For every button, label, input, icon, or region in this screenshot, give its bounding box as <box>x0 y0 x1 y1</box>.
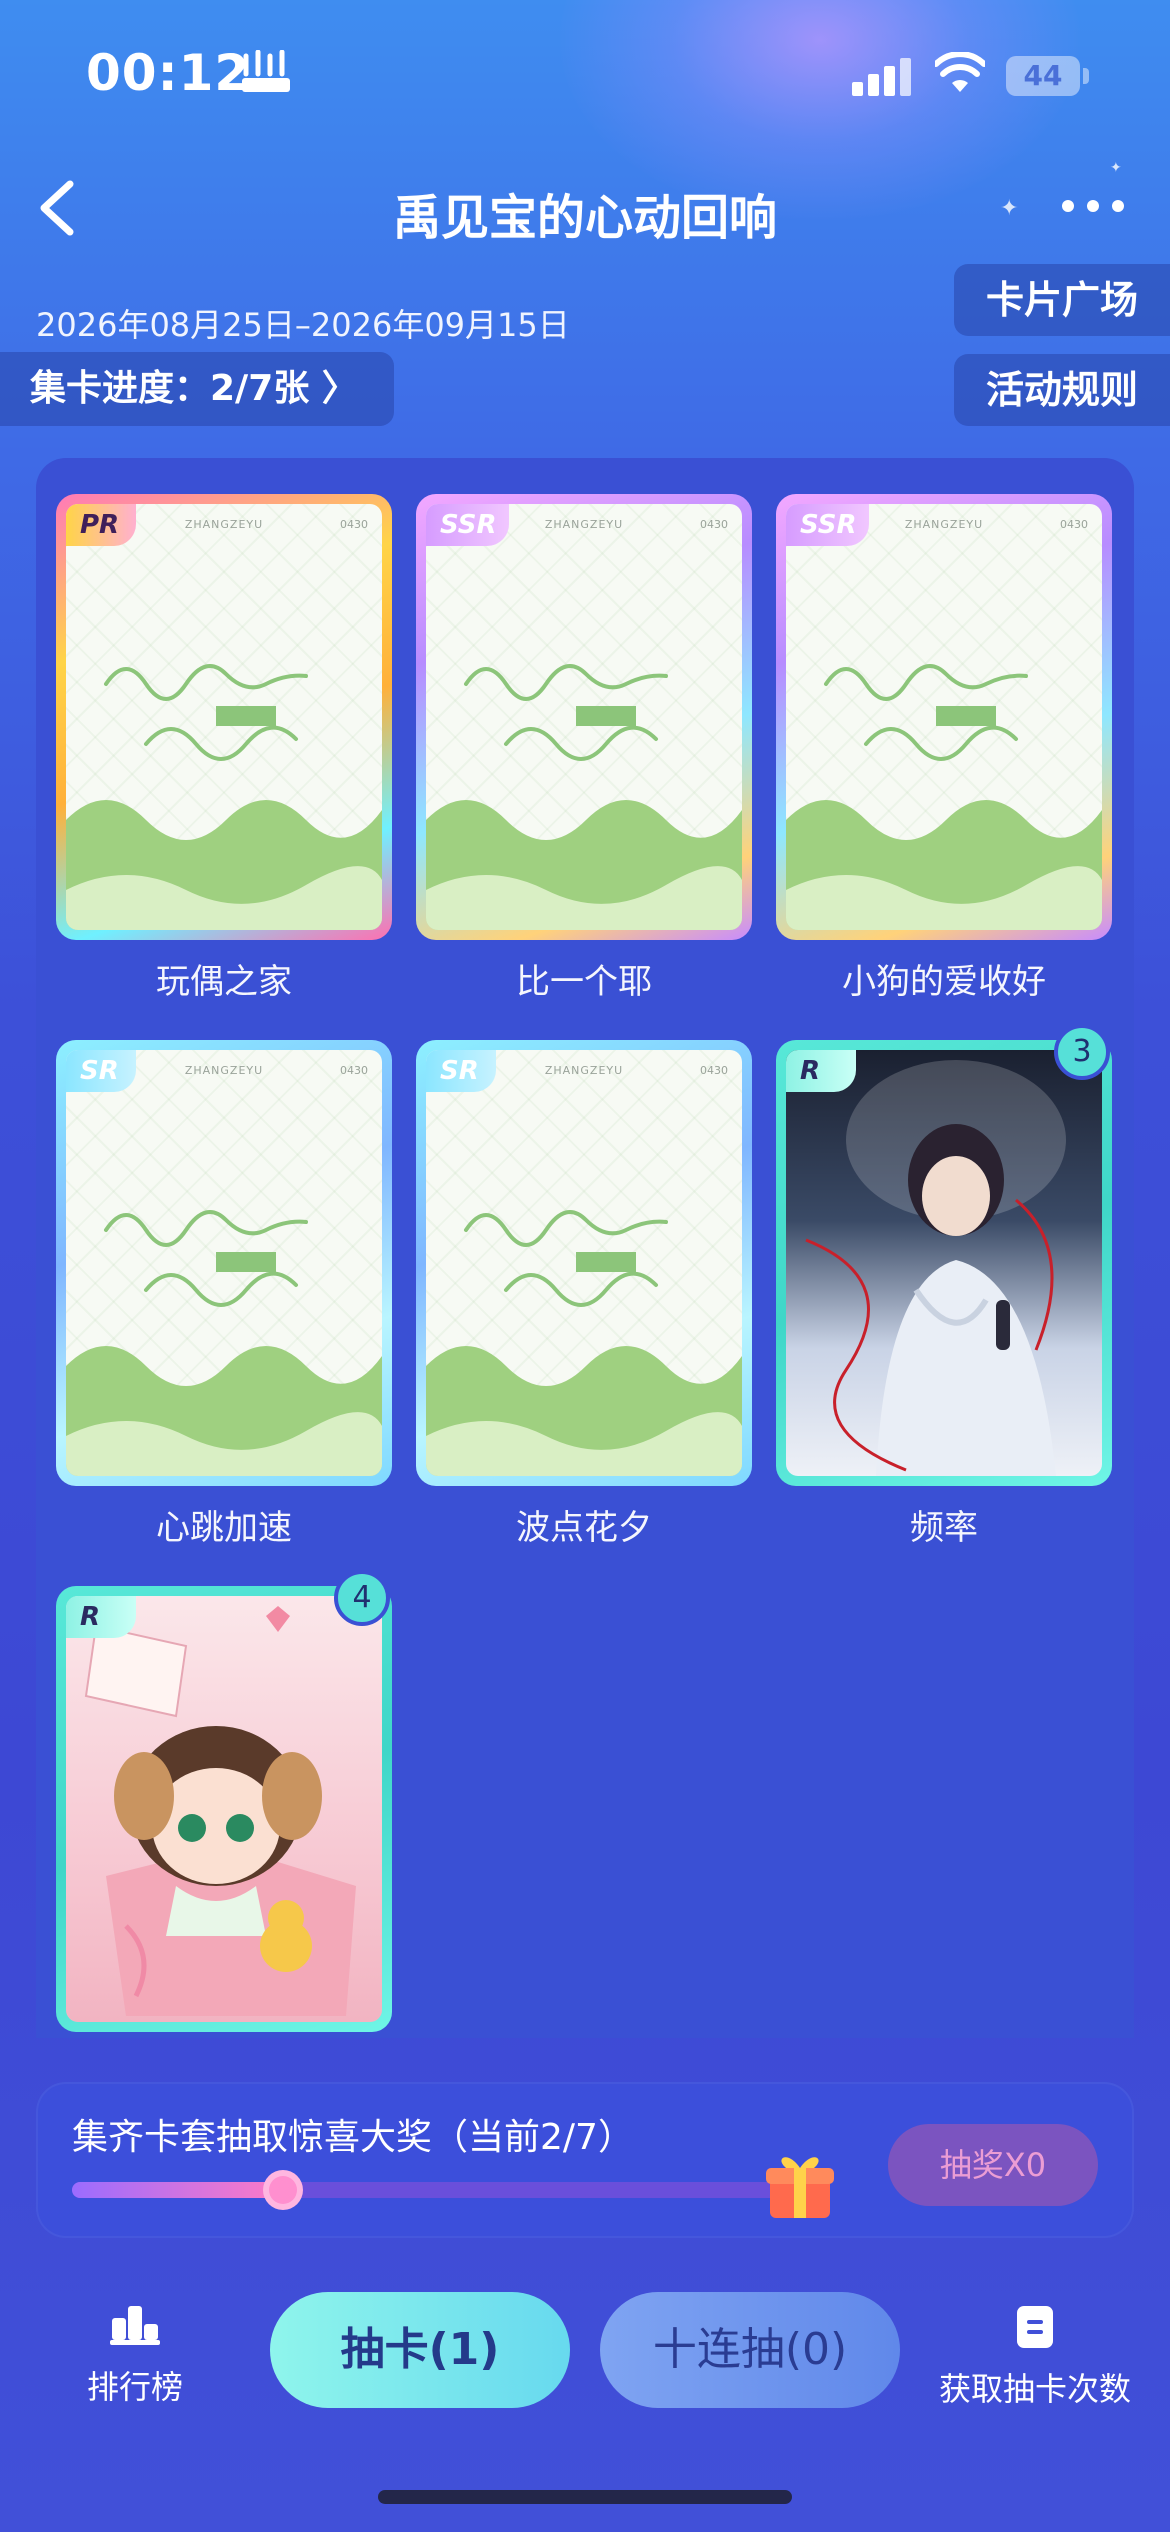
collect-reward-panel: 集齐卡套抽取惊喜大奖（当前2/7） 抽奖X0 <box>36 2082 1134 2238</box>
card-serial: 0430 <box>700 1064 728 1077</box>
status-time: 00:12 <box>86 44 251 102</box>
wave-art <box>786 800 1102 930</box>
notification-icon <box>240 49 292 104</box>
card-name: 比一个耶 <box>516 962 652 1002</box>
sparkle-icon: ✦ <box>1110 160 1122 176</box>
card-art: SSR ZHANGZEYU 0430 <box>786 504 1102 930</box>
rarity-badge: R <box>66 1596 136 1638</box>
collection-progress-button[interactable]: 集卡进度：2/7张 〉 <box>0 352 394 426</box>
card-art: R <box>66 1596 382 2022</box>
card-item[interactable]: SSR ZHANGZEYU 0430 <box>776 494 1112 940</box>
card-count-badge: 3 <box>1054 1024 1110 1080</box>
card-square-button[interactable]: 卡片广场 <box>954 264 1170 336</box>
card-serial: 0430 <box>700 518 728 531</box>
handwriting-art <box>464 1210 668 1307</box>
card-item[interactable]: PR ZHANGZEYU 0430 <box>56 494 392 940</box>
card-name: 心跳加速 <box>156 1508 292 1548</box>
card-panel: PR ZHANGZEYU 0430 玩偶之家 SSR ZHANGZEYU 043… <box>36 458 1134 2038</box>
card-name: 波点花夕 <box>516 1508 652 1548</box>
handwriting-art <box>104 1210 308 1307</box>
card-art: SSR ZHANGZEYU 0430 <box>426 504 742 930</box>
card-serial: 0430 <box>340 1064 368 1077</box>
collect-progress-fill <box>72 2182 284 2198</box>
home-indicator <box>378 2490 792 2504</box>
get-draw-chances-button[interactable]: 获取抽卡次数 <box>930 2306 1140 2416</box>
card-item[interactable]: R <box>776 1040 1112 1486</box>
card-item[interactable]: SR ZHANGZEYU 0430 <box>56 1040 392 1486</box>
cellular-signal-icon <box>852 56 914 96</box>
battery-cap <box>1083 68 1089 84</box>
card-name: 小狗的爱收好 <box>842 962 1046 1002</box>
prize-draw-button[interactable]: 抽奖X0 <box>888 2124 1098 2206</box>
more-button[interactable] <box>1058 186 1128 226</box>
card-item[interactable]: SR ZHANGZEYU 0430 <box>416 1040 752 1486</box>
collect-reward-title: 集齐卡套抽取惊喜大奖（当前2/7） <box>72 2117 634 2158</box>
wave-art <box>66 800 382 930</box>
wifi-icon <box>933 51 987 96</box>
ranking-button[interactable]: 排行榜 <box>70 2306 200 2416</box>
card-item[interactable]: SSR ZHANGZEYU 0430 <box>416 494 752 940</box>
card-name: 频率 <box>910 1508 978 1548</box>
card-art: SR ZHANGZEYU 0430 <box>426 1050 742 1476</box>
wave-art <box>66 1346 382 1476</box>
battery-level: 44 <box>1023 59 1063 92</box>
rarity-badge: SSR <box>426 504 509 546</box>
get-draw-chances-label: 获取抽卡次数 <box>938 2370 1131 2408</box>
back-button[interactable] <box>30 176 90 240</box>
card-art: SR ZHANGZEYU 0430 <box>66 1050 382 1476</box>
card-count-badge: 4 <box>334 1570 390 1626</box>
collect-progress-bar <box>72 2170 812 2210</box>
rarity-badge: SR <box>66 1050 136 1092</box>
handwriting-art <box>824 664 1028 761</box>
card-name: 玩偶之家 <box>156 962 292 1002</box>
handwriting-art <box>104 664 308 761</box>
document-icon <box>1017 2306 1053 2348</box>
card-art: R <box>786 1050 1102 1476</box>
ten-draw-button[interactable]: 十连抽(0) <box>600 2292 900 2408</box>
ranking-label: 排行榜 <box>86 2368 183 2406</box>
handwriting-art <box>464 664 668 761</box>
activity-rules-button[interactable]: 活动规则 <box>954 354 1170 426</box>
status-bar: 00:12 44 <box>0 0 1170 150</box>
page-title: 禹见宝的心动回响 <box>392 190 777 246</box>
rarity-badge: SSR <box>786 504 869 546</box>
card-art: PR ZHANGZEYU 0430 <box>66 504 382 930</box>
sparkle-icon: ✦ <box>1000 196 1019 221</box>
wave-art <box>426 800 742 930</box>
battery-icon: 44 <box>1006 56 1080 96</box>
gift-icon <box>760 2144 840 2224</box>
event-date-range: 2026年08月25日–2026年09月15日 <box>36 306 570 344</box>
card-item[interactable]: R <box>56 1586 392 2032</box>
rarity-badge: R <box>786 1050 856 1092</box>
card-serial: 0430 <box>1060 518 1088 531</box>
draw-card-button[interactable]: 抽卡(1) <box>270 2292 570 2408</box>
wave-art <box>426 1346 742 1476</box>
ranking-icon <box>110 2306 160 2345</box>
rarity-badge: PR <box>66 504 136 546</box>
card-serial: 0430 <box>340 518 368 531</box>
singer-illustration <box>805 1060 1066 1476</box>
chibi-illustration <box>84 1606 356 2016</box>
more-dots-icon <box>1062 200 1124 212</box>
chevron-left-icon <box>40 180 74 236</box>
collect-progress-knob <box>263 2170 304 2210</box>
rarity-badge: SR <box>426 1050 496 1092</box>
